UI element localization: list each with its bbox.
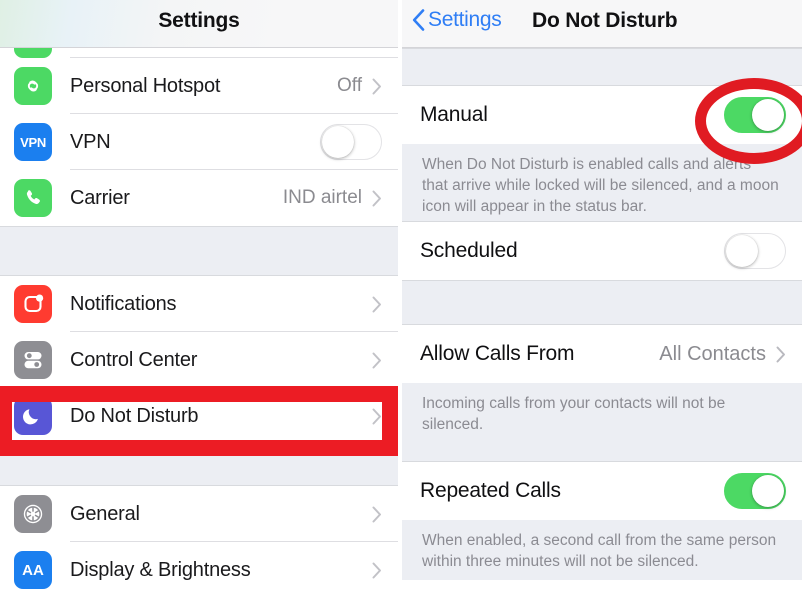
control-center-icon xyxy=(14,341,52,379)
scheduled-toggle[interactable] xyxy=(724,233,786,269)
page-title: Settings xyxy=(158,9,240,32)
sidebar-item-label: VPN xyxy=(70,130,111,153)
chevron-right-icon xyxy=(372,78,381,94)
sidebar-item-personal-hotspot[interactable]: Personal Hotspot Off xyxy=(0,58,398,114)
setting-value: All Contacts xyxy=(659,342,766,365)
sidebar-item-general[interactable]: General xyxy=(0,486,398,542)
setting-label: Manual xyxy=(420,103,488,126)
sidebar-item-value: Off xyxy=(337,75,362,96)
detail-navbar: Settings Do Not Disturb xyxy=(402,0,802,48)
sidebar-item-label: Control Center xyxy=(70,348,198,371)
chevron-right-icon xyxy=(372,562,381,578)
sidebar-item-label: Carrier xyxy=(70,186,130,209)
manual-toggle[interactable] xyxy=(724,97,786,133)
phone-icon xyxy=(14,179,52,217)
sidebar-item-label: Notifications xyxy=(70,292,177,315)
toggle-knob xyxy=(322,126,354,158)
setting-label: Repeated Calls xyxy=(420,479,561,502)
vpn-icon-label: VPN xyxy=(20,134,46,150)
toggle-knob xyxy=(726,235,758,267)
moon-icon xyxy=(14,397,52,435)
sidebar-item-vpn[interactable]: VPN VPN xyxy=(0,114,398,170)
sidebar-item-label: Do Not Disturb xyxy=(70,404,199,427)
detail-section-gap xyxy=(402,280,802,325)
setting-label: Scheduled xyxy=(420,239,518,262)
chevron-right-icon xyxy=(372,408,381,424)
chevron-right-icon xyxy=(372,296,381,312)
chevron-right-icon xyxy=(372,190,381,206)
sidebar-item-label: Display & Brightness xyxy=(70,558,251,581)
chevron-right-icon xyxy=(372,352,381,368)
toggle-knob xyxy=(752,99,784,131)
display-brightness-icon: AA xyxy=(14,551,52,589)
setting-row-repeated-calls[interactable]: Repeated Calls xyxy=(402,462,802,520)
detail-section-gap xyxy=(402,48,802,86)
sidebar-item-control-center[interactable]: Control Center xyxy=(0,332,398,388)
setting-row-scheduled[interactable]: Scheduled xyxy=(402,222,802,280)
sidebar-item-do-not-disturb[interactable]: Do Not Disturb xyxy=(0,388,398,444)
sidebar-item-display-brightness[interactable]: AA Display & Brightness xyxy=(0,542,398,597)
sidebar-item-notifications[interactable]: Notifications xyxy=(0,276,398,332)
detail-page-title: Do Not Disturb xyxy=(532,9,678,32)
list-section-gap xyxy=(0,226,398,276)
footnote-manual: When Do Not Disturb is enabled calls and… xyxy=(402,144,802,222)
sidebar-item-label: General xyxy=(70,502,140,525)
back-button[interactable]: Settings xyxy=(412,8,502,32)
display-brightness-icon-label: AA xyxy=(22,561,44,579)
vpn-toggle[interactable] xyxy=(320,124,382,160)
personal-hotspot-icon xyxy=(14,67,52,105)
chevron-right-icon xyxy=(776,346,785,362)
vpn-icon: VPN xyxy=(14,123,52,161)
setting-row-allow-calls-from[interactable]: Allow Calls From All Contacts xyxy=(402,325,802,383)
chevron-right-icon xyxy=(372,506,381,522)
toggle-knob xyxy=(752,475,784,507)
back-button-label: Settings xyxy=(428,8,502,31)
do-not-disturb-detail-panel: Settings Do Not Disturb Manual When Do N… xyxy=(402,0,802,597)
repeated-calls-toggle[interactable] xyxy=(724,473,786,509)
sidebar-item-label: Personal Hotspot xyxy=(70,74,221,97)
list-item-partial[interactable] xyxy=(0,48,398,58)
wifi-icon xyxy=(14,48,52,58)
notifications-icon xyxy=(14,285,52,323)
list-section-gap xyxy=(0,444,398,486)
setting-row-manual[interactable]: Manual xyxy=(402,86,802,144)
footnote-allow-calls-from: Incoming calls from your contacts will n… xyxy=(402,383,802,462)
sidebar-item-value: IND airtel xyxy=(282,187,362,208)
settings-list-panel: Settings Personal Hotspot Off VPN VPN Ca… xyxy=(0,0,398,597)
setting-label: Allow Calls From xyxy=(420,342,575,365)
sidebar-item-carrier[interactable]: Carrier IND airtel xyxy=(0,170,398,226)
footnote-repeated-calls: When enabled, a second call from the sam… xyxy=(402,520,802,580)
settings-navbar: Settings xyxy=(0,0,398,48)
screenshot-root: Settings Personal Hotspot Off VPN VPN Ca… xyxy=(0,0,802,597)
gear-icon xyxy=(14,495,52,533)
chevron-left-icon xyxy=(412,9,425,31)
